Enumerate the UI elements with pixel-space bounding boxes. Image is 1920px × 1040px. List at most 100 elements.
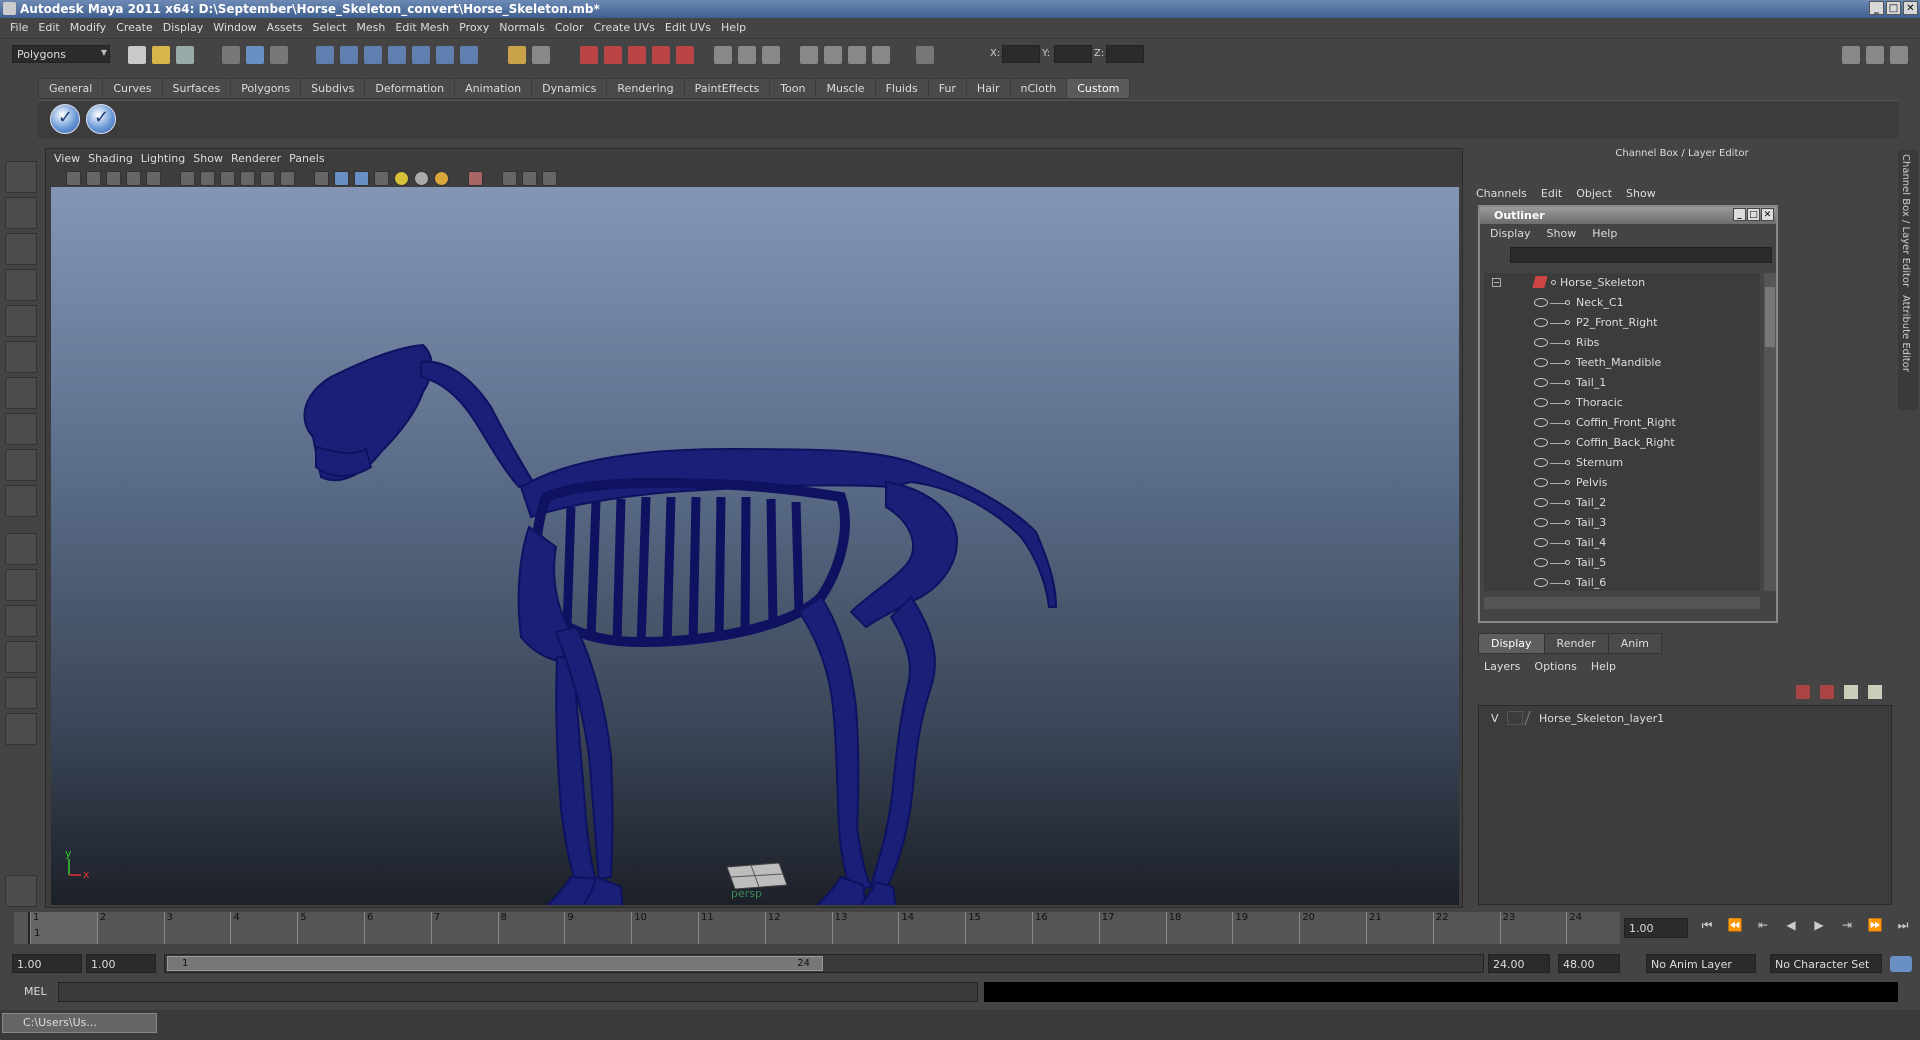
menu-create[interactable]: Create [112, 18, 159, 38]
scroll-thumb[interactable] [1765, 287, 1775, 347]
outliner-toggle-icon[interactable] [872, 46, 890, 64]
animation-start-field[interactable]: 1.00 [12, 954, 82, 973]
textured-icon[interactable] [374, 171, 389, 186]
menu-modify[interactable]: Modify [66, 18, 112, 38]
move-layer-down-icon[interactable] [1820, 685, 1834, 699]
safe-title-icon[interactable] [280, 171, 295, 186]
show-channel-box-icon[interactable] [1842, 46, 1860, 64]
select-camera-icon[interactable] [66, 171, 81, 186]
four-view-layout-icon[interactable] [5, 569, 37, 601]
snap-curve-icon[interactable] [340, 46, 358, 64]
select-component-icon[interactable] [270, 46, 288, 64]
history-icon[interactable] [460, 46, 478, 64]
outliner-item[interactable]: Tail_6 [1484, 573, 1760, 591]
rotate-tool-icon[interactable] [5, 305, 37, 337]
high-quality-icon[interactable] [542, 171, 557, 186]
outliner-item[interactable]: Ribs [1484, 333, 1760, 353]
menu-proxy[interactable]: Proxy [455, 18, 495, 38]
shelf-tab-muscle[interactable]: Muscle [815, 78, 876, 99]
x-coord-field[interactable] [1002, 45, 1040, 63]
maximize-icon[interactable]: □ [1886, 1, 1901, 15]
outliner-item[interactable]: Neck_C1 [1484, 293, 1760, 313]
mel-label[interactable]: MEL [24, 985, 47, 998]
gate-mask-icon[interactable] [220, 171, 235, 186]
camera-attributes-icon[interactable] [86, 171, 101, 186]
shelf-check-button-1[interactable] [50, 104, 80, 134]
graph-editor-icon[interactable] [738, 46, 756, 64]
play-backwards-icon[interactable]: ◀ [1780, 918, 1802, 938]
persp-outliner-layout-icon[interactable] [5, 605, 37, 637]
viewport-menu-panels[interactable]: Panels [289, 149, 332, 167]
animation-end-field[interactable]: 48.00 [1558, 954, 1620, 973]
shelf-tab-fur[interactable]: Fur [927, 78, 967, 99]
object-menu[interactable]: Object [1576, 187, 1626, 200]
range-slider-handle[interactable]: 1 24 [167, 956, 823, 971]
shelf-tab-fluids[interactable]: Fluids [874, 78, 929, 99]
viewport-menu-shading[interactable]: Shading [88, 149, 141, 167]
render-current-frame-icon[interactable] [580, 46, 598, 64]
bookmark-icon[interactable] [106, 171, 121, 186]
outliner-title-bar[interactable]: Outliner _ □ ✕ [1480, 207, 1776, 224]
shadows-icon[interactable] [414, 171, 429, 186]
viewport-panel[interactable]: View Shading Lighting Show Renderer Pane… [45, 148, 1463, 908]
hypershade-icon[interactable] [652, 46, 670, 64]
wireframe-on-shaded-icon[interactable] [354, 171, 369, 186]
show-menu[interactable]: Show [1626, 187, 1670, 200]
step-forward-key-icon[interactable]: ⇥ [1836, 918, 1858, 938]
minimized-window-item[interactable]: C:\Users\Us... [2, 1013, 157, 1033]
viewport-menu-show[interactable]: Show [193, 149, 231, 167]
single-perspective-layout-icon[interactable] [5, 533, 37, 565]
outliner-item[interactable]: Tail_3 [1484, 513, 1760, 533]
last-tool-icon[interactable] [5, 485, 37, 517]
shelf-tab-general[interactable]: General [38, 78, 104, 99]
camera-icon[interactable] [800, 46, 818, 64]
go-to-end-icon[interactable]: ⏭ [1892, 918, 1914, 938]
auto-key-icon[interactable] [1890, 956, 1912, 972]
layout-icon[interactable] [848, 46, 866, 64]
snap-live-icon[interactable] [436, 46, 454, 64]
film-gate-icon[interactable] [146, 171, 161, 186]
panel-layout-icon[interactable] [714, 46, 732, 64]
new-empty-layer-icon[interactable] [1844, 685, 1858, 699]
shelf-tab-animation[interactable]: Animation [454, 78, 533, 99]
menu-edit[interactable]: Edit [34, 18, 65, 38]
edit-menu[interactable]: Edit [1541, 187, 1576, 200]
outliner-item[interactable]: Teeth_Mandible [1484, 353, 1760, 373]
side-tab-channel-box[interactable]: Channel Box / Layer Editor [1898, 150, 1913, 291]
snap-surface-icon[interactable] [412, 46, 430, 64]
time-slider[interactable]: 1 1 2 3 4 5 6 7 8 9 10 11 12 13 14 15 16 17 18 19 20 21 22 23 2… [14, 912, 1620, 944]
outliner-item[interactable]: Tail_5 [1484, 553, 1760, 573]
viewport-menu-renderer[interactable]: Renderer [231, 149, 289, 167]
scene-view[interactable]: y x persp [51, 187, 1459, 905]
channels-menu[interactable]: Channels [1476, 187, 1541, 200]
attribute-editor-icon[interactable] [762, 46, 780, 64]
image-plane-icon[interactable] [126, 171, 141, 186]
outliner-root-item[interactable]: − Horse_Skeleton [1484, 273, 1760, 293]
outliner-item[interactable]: Sternum [1484, 453, 1760, 473]
show-manipulator-icon[interactable] [5, 449, 37, 481]
layer-visibility-toggle[interactable]: V [1491, 712, 1499, 725]
field-chart-icon[interactable] [240, 171, 255, 186]
select-tool-icon[interactable] [5, 161, 37, 193]
menu-help[interactable]: Help [717, 18, 752, 38]
viewport-menu-view[interactable]: View [54, 149, 88, 167]
select-hierarchy-icon[interactable] [222, 46, 240, 64]
outliner-item[interactable]: Tail_4 [1484, 533, 1760, 553]
use-all-lights-icon[interactable] [394, 171, 409, 186]
character-set-selector[interactable]: No Character Set [1770, 954, 1882, 973]
shelf-tab-ncloth[interactable]: nCloth [1009, 78, 1068, 99]
outliner-horizontal-scrollbar[interactable] [1484, 597, 1760, 609]
render-settings-icon[interactable] [628, 46, 646, 64]
default-light-icon[interactable] [434, 171, 449, 186]
outliner-filter-field[interactable] [1510, 247, 1772, 263]
menu-edit-mesh[interactable]: Edit Mesh [391, 18, 455, 38]
safe-action-icon[interactable] [260, 171, 275, 186]
shelf-tab-hair[interactable]: Hair [965, 78, 1011, 99]
minimize-icon[interactable]: _ [1869, 1, 1884, 15]
manipulator-tool-icon[interactable] [5, 377, 37, 409]
open-scene-icon[interactable] [152, 46, 170, 64]
snap-point-icon[interactable] [364, 46, 382, 64]
paint-select-tool-icon[interactable] [5, 233, 37, 265]
menu-window[interactable]: Window [209, 18, 262, 38]
step-back-key-icon[interactable]: ⇤ [1752, 918, 1774, 938]
